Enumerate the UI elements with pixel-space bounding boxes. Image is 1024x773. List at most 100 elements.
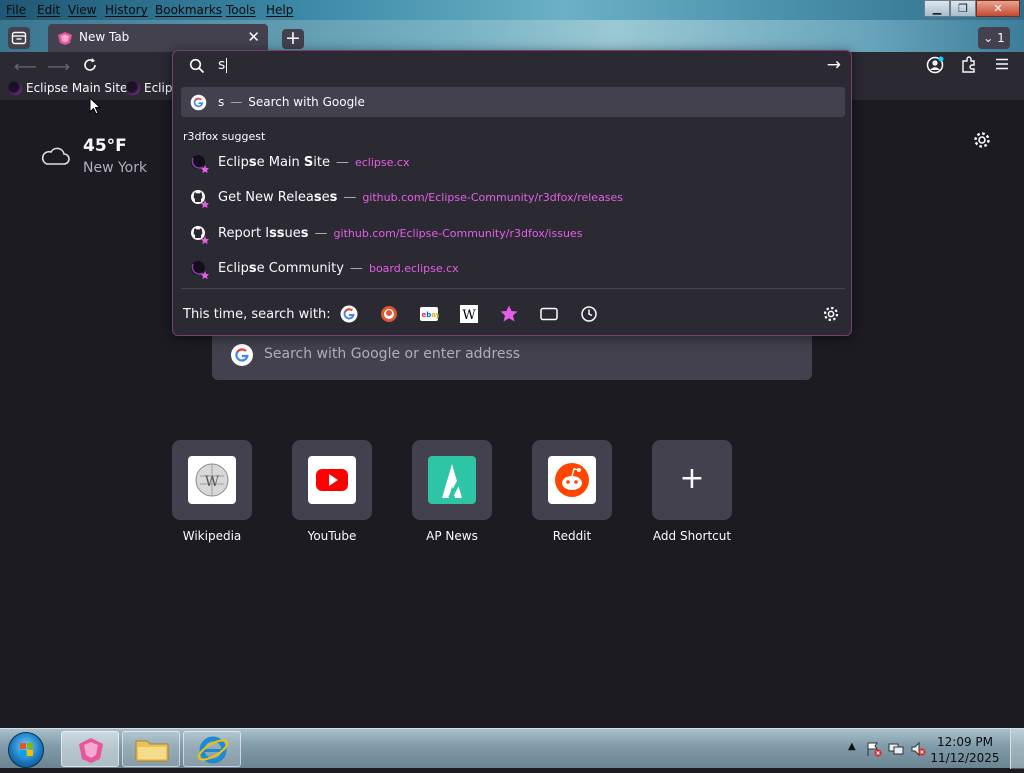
search-settings-gear-icon[interactable] [821,304,841,324]
wikipedia-w-icon[interactable]: W [459,304,479,324]
separator: — [349,260,363,276]
bookmarks-star-icon[interactable] [499,304,519,324]
svg-text:W: W [462,308,476,323]
go-arrow-icon[interactable]: → [827,55,841,75]
shortcut-label: AP News [426,529,478,543]
result-title-match: s [248,154,257,170]
popup-divider [181,288,845,289]
start-button[interactable] [8,732,44,768]
firefox-view-icon [11,31,27,45]
result-title-match: s [329,189,338,205]
extensions-icon[interactable] [960,56,977,77]
gear-icon[interactable] [972,130,992,150]
result-title-part: Report I [218,225,270,241]
taskbar-r3dfox[interactable] [61,731,119,767]
separator: — [343,189,357,205]
result-url: eclipse.cx [354,155,410,169]
menu-view[interactable]: View [67,2,97,18]
shortcut-ap-news[interactable]: AP News [412,440,492,543]
result-title-part: e [321,189,330,205]
bookmark-eclipse-main-site[interactable]: Eclipse Main Site [8,81,127,95]
separator: — [230,95,243,109]
duckduckgo-icon[interactable] [379,304,399,324]
github-icon [191,226,209,244]
close-window-button[interactable]: ✕ [976,0,1020,17]
minimize-button[interactable]: ▁ [924,0,950,17]
tray-expand-icon[interactable]: ▲ [848,741,856,752]
taskbar-explorer[interactable] [122,731,180,767]
menu-bookmarks[interactable]: Bookmarks [154,2,223,18]
search-placeholder: Search with Google or enter address [264,346,521,362]
one-off-search-label: This time, search with: [183,307,331,322]
result-title-part: Eclip [218,260,249,276]
list-all-tabs-button[interactable]: ⌄ 1 [978,27,1010,49]
system-tray: ▲ 12:09 PM 11/12/2025 [834,729,1024,769]
clock-time: 12:09 PM [937,735,993,749]
account-icon[interactable] [926,56,944,78]
cloud-icon [41,147,70,165]
show-desktop-button[interactable] [1010,729,1024,769]
bookmark-eclipse-2[interactable]: Eclips [126,81,179,95]
result-row[interactable]: Eclipse Main Site — eclipse.cx [181,147,845,177]
eclipse-icon [126,81,140,95]
result-title-match: s [313,189,322,205]
eclipse-icon [191,261,209,279]
firefox-view-button[interactable] [8,27,30,49]
tab-close-icon[interactable]: ✕ [247,28,260,46]
search-suggestion-row[interactable]: s — Search with Google [181,87,845,117]
windows-logo-icon [20,743,33,756]
result-url: github.com/Eclipse-Community/r3dfox/rele… [362,190,624,204]
plus-icon: + [679,461,705,496]
window-controls: ▁ ❐ ✕ [924,0,1020,18]
hamburger-menu-icon[interactable] [994,56,1010,76]
r3dfox-icon [58,32,72,45]
eclipse-icon [191,155,209,173]
result-row[interactable]: Get New Releases — github.com/Eclipse-Comm… [181,182,845,212]
taskbar-internet-explorer[interactable] [183,731,241,767]
history-clock-icon[interactable] [579,304,599,324]
back-icon[interactable]: ⟵ [14,57,37,76]
google-icon[interactable] [339,304,359,324]
tab-strip: New Tab ✕ + [0,20,1024,52]
urlbar-input[interactable]: s → [173,51,851,81]
tab-new-tab[interactable]: New Tab ✕ [48,24,268,52]
ebay-icon[interactable]: ebay [419,304,439,324]
internet-explorer-icon [197,736,229,764]
network-icon[interactable] [888,741,904,761]
menu-tools[interactable]: Tools [225,2,257,18]
new-tab-button[interactable]: + [282,29,304,49]
urlbar-popup: s → s — Search with Google r3dfox suggest … [172,50,852,336]
menu-help[interactable]: Help [265,2,294,18]
clock[interactable]: 12:09 PM 11/12/2025 [930,734,1000,766]
result-title-part: Get New Relea [218,189,314,205]
shortcut-youtube[interactable]: YouTube [292,440,372,543]
menu-history[interactable]: History [104,2,149,18]
weather-location: New York [83,160,148,176]
result-title-part: e Main [256,154,304,170]
result-title-match: ss [269,225,285,241]
shortcut-add[interactable]: + Add Shortcut [652,440,732,543]
action-center-flag-icon[interactable] [866,741,882,761]
forward-icon[interactable]: ⟶ [47,57,70,76]
urlbar-query: s [218,57,226,73]
result-row[interactable]: Eclipse Community — board.eclipse.cx [181,253,845,283]
newtab-search-box[interactable]: Search with Google or enter address [212,330,812,380]
result-title-part: e Community [256,260,344,276]
apnews-icon [428,456,476,504]
shortcut-label: Wikipedia [182,529,242,543]
shortcut-reddit[interactable]: Reddit [532,440,612,543]
volume-muted-icon[interactable] [910,741,926,761]
mouse-cursor-icon [89,97,101,115]
tab-count: 1 [997,31,1005,45]
shortcut-wikipedia[interactable]: W Wikipedia [172,440,252,543]
google-icon [190,94,207,111]
result-row[interactable]: Report Issues — github.com/Eclipse-Communi… [181,218,845,248]
tabs-icon[interactable] [539,304,559,324]
restore-button[interactable]: ❐ [950,0,976,17]
menu-file[interactable]: File [5,2,27,18]
svg-text:ebay: ebay [422,311,440,319]
svg-text:W: W [205,474,220,490]
reload-icon[interactable] [82,57,98,77]
suggest-heading: r3dfox suggest [183,130,266,143]
menu-edit[interactable]: Edit [36,2,61,18]
